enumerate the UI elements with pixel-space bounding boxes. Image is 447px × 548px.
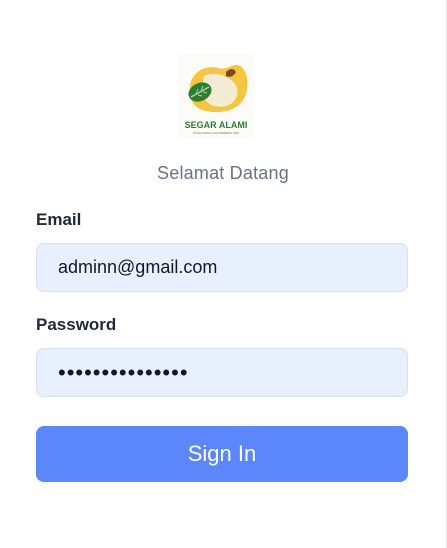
segar-alami-logo: SEGAR ALAMI PUSAT KEPALA DAN PEMBANG TAN… [178,54,254,138]
email-field[interactable] [36,243,408,292]
segar-alami-logo-icon: SEGAR ALAMI PUSAT KEPALA DAN PEMBANG TAN… [178,54,254,138]
sign-in-button[interactable]: Sign In [36,426,408,482]
logo-name-text: SEGAR ALAMI [185,120,248,130]
welcome-heading: Selamat Datang [157,163,289,183]
email-label: Email [36,210,82,229]
password-label: Password [36,315,117,334]
logo-tagline-text: PUSAT KEPALA DAN PEMBANG TANI [193,131,238,135]
login-page: SEGAR ALAMI PUSAT KEPALA DAN PEMBANG TAN… [0,0,447,548]
password-field[interactable] [36,348,408,397]
